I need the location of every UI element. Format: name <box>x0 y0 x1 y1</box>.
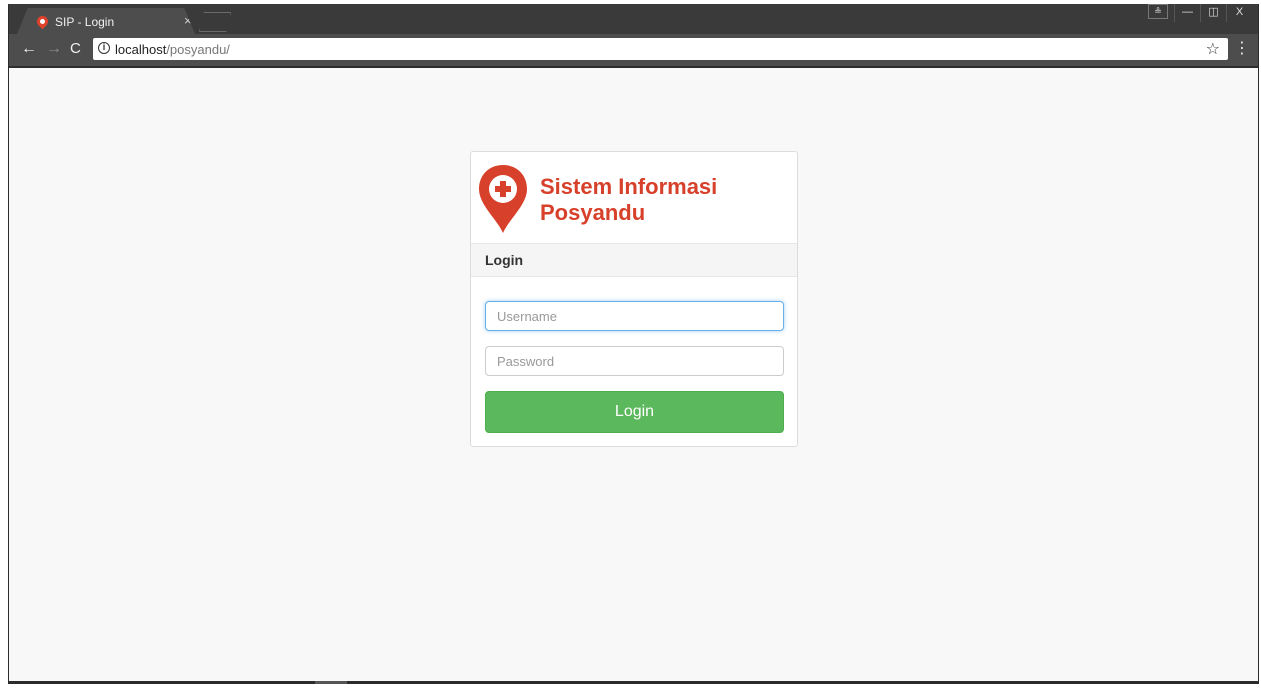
tab-close-icon[interactable]: × <box>184 13 192 28</box>
bookmark-star-icon[interactable]: ☆ <box>1206 39 1220 59</box>
new-tab-button[interactable] <box>199 12 231 32</box>
url-host: localhost <box>115 42 167 57</box>
brand-line-2: Posyandu <box>540 200 646 225</box>
back-arrow-icon[interactable]: ← <box>21 40 37 58</box>
tab-title: SIP - Login <box>55 15 115 29</box>
username-input[interactable] <box>485 301 784 331</box>
url-path: /posyandu/ <box>166 42 230 57</box>
window-controls: ≗ — ◫ X <box>1148 4 1252 22</box>
login-button[interactable]: Login <box>485 391 784 433</box>
address-bar[interactable]: i localhost/posyandu/ ☆ <box>93 38 1228 60</box>
reload-icon[interactable]: C <box>70 40 81 58</box>
brand-title: Sistem Informasi Posyandu <box>540 174 717 226</box>
brand-header: Sistem Informasi Posyandu <box>471 152 797 243</box>
bottom-scrollbar[interactable] <box>9 681 1258 684</box>
tab-strip: SIP - Login × ≗ — ◫ X <box>9 4 1258 34</box>
panel-heading: Login <box>471 243 797 277</box>
scrollbar-thumb[interactable] <box>315 681 347 684</box>
brand-line-1: Sistem Informasi <box>540 174 718 199</box>
browser-menu-icon[interactable]: ⋮ <box>1234 40 1250 58</box>
browser-toolbar: ← → C i localhost/posyandu/ ☆ ⋮ <box>9 34 1258 68</box>
close-window-button[interactable]: X <box>1226 4 1252 22</box>
browser-window: SIP - Login × ≗ — ◫ X ← → C i localhost/… <box>8 4 1259 684</box>
forward-arrow-icon[interactable]: → <box>46 40 62 58</box>
url-text: localhost/posyandu/ <box>115 42 230 57</box>
info-icon[interactable]: i <box>98 42 110 54</box>
browser-tab[interactable]: SIP - Login × <box>17 8 195 34</box>
map-pin-favicon-icon <box>34 13 51 30</box>
posyandu-logo-pin-icon <box>479 165 527 233</box>
profile-icon[interactable]: ≗ <box>1148 4 1168 19</box>
panel-heading-title: Login <box>485 252 524 268</box>
restore-button[interactable]: ◫ <box>1200 4 1226 22</box>
minimize-button[interactable]: — <box>1174 4 1200 22</box>
login-panel: Sistem Informasi Posyandu Login Login <box>470 151 798 447</box>
password-input[interactable] <box>485 346 784 376</box>
